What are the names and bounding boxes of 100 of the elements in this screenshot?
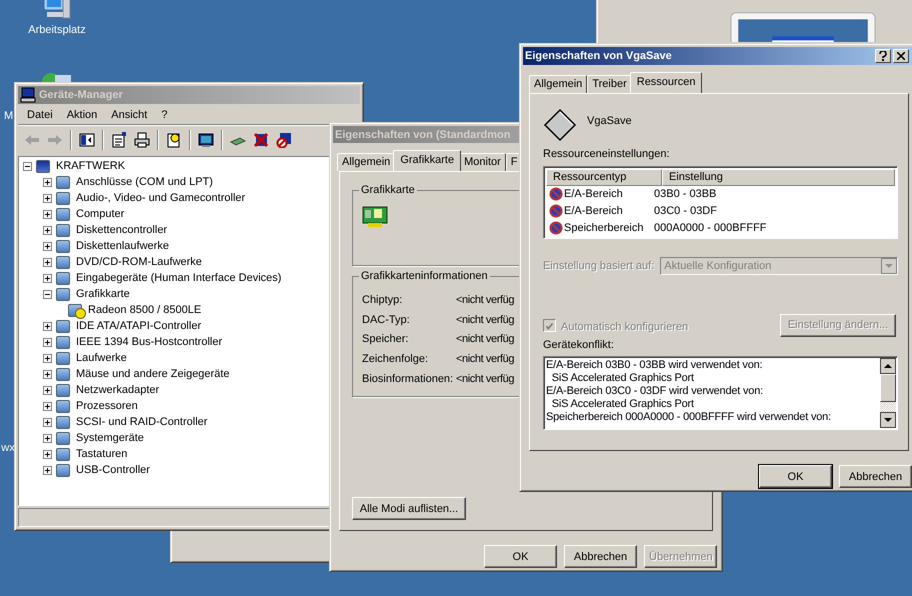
menu-item[interactable]: Ansicht xyxy=(104,109,154,121)
expander-icon[interactable] xyxy=(43,226,52,234)
dialog-button[interactable]: OK xyxy=(759,465,832,488)
icon-label[interactable]: wx xyxy=(1,442,15,454)
expander-icon[interactable] xyxy=(43,386,52,394)
tab[interactable]: Allgemein xyxy=(529,74,588,93)
expander-icon[interactable] xyxy=(43,466,52,474)
conflict-text-box[interactable] xyxy=(543,356,898,430)
table-cell: 03B0 - 03BB xyxy=(654,188,716,200)
question-mark-icon xyxy=(879,50,887,61)
expander-icon[interactable] xyxy=(43,290,52,298)
device-icon xyxy=(56,288,70,300)
device-icon xyxy=(56,400,70,412)
tree-item[interactable]: IEEE 1394 Bus-Hostcontroller xyxy=(75,336,224,348)
tree-item[interactable]: Tastaturen xyxy=(75,448,128,460)
column-header[interactable]: Einstellung xyxy=(662,168,895,186)
icon-label[interactable]: M xyxy=(4,110,14,122)
expander-icon[interactable] xyxy=(43,434,52,442)
device-icon xyxy=(56,368,70,380)
dialog-button[interactable]: Abbrechen xyxy=(839,465,912,488)
tree-item[interactable]: Radeon 8500 / 8500LE xyxy=(87,304,202,316)
help-button[interactable] xyxy=(875,48,891,63)
printer-icon[interactable] xyxy=(134,132,150,148)
dialog-button[interactable]: OK xyxy=(484,545,557,568)
table-cell: 000A0000 - 000BFFFF xyxy=(654,222,767,234)
expander-icon[interactable] xyxy=(43,370,52,378)
window-title: Geräte-Manager xyxy=(39,89,123,101)
tree-item[interactable]: Systemgeräte xyxy=(75,432,145,444)
expander-icon[interactable] xyxy=(43,178,52,186)
menu-item[interactable]: ? xyxy=(154,109,174,121)
expander-icon[interactable] xyxy=(43,274,52,282)
tree-item[interactable]: Eingabegeräte (Human Interface Devices) xyxy=(75,272,282,284)
table-cell-text: E/A-Bereich xyxy=(563,188,624,200)
list-modes-button[interactable]: Alle Modi auflisten... xyxy=(352,497,466,520)
disable-icon[interactable] xyxy=(253,132,269,148)
expander-icon[interactable] xyxy=(43,194,52,202)
dialog-button[interactable]: Abbrechen xyxy=(564,545,637,568)
icon-label[interactable]: Arbeitsplatz xyxy=(28,24,86,36)
scroll-bar[interactable] xyxy=(880,358,896,428)
monitor-scan-icon[interactable] xyxy=(198,132,214,148)
tree-item[interactable]: Grafikkarte xyxy=(75,288,131,300)
tree-item[interactable]: Prozessoren xyxy=(75,400,139,412)
tab[interactable]: Monitor xyxy=(459,153,506,172)
info-value: <nicht verfüg xyxy=(456,353,514,366)
tree-item[interactable]: Diskettencontroller xyxy=(75,224,168,236)
checkbox-label: Automatisch konfigurieren xyxy=(561,321,688,334)
tree-item[interactable]: KRAFTWERK xyxy=(55,160,126,172)
tab[interactable]: Treiber xyxy=(587,74,632,93)
tab[interactable]: Ressourcen xyxy=(630,72,702,93)
tree-item[interactable]: DVD/CD-ROM-Laufwerke xyxy=(75,256,203,268)
device-icon xyxy=(36,160,50,172)
close-icon xyxy=(897,52,905,60)
expander-icon[interactable] xyxy=(43,242,52,250)
tree-item[interactable]: Anschlüsse (COM und LPT) xyxy=(75,176,214,188)
menu-item[interactable]: Datei xyxy=(20,109,60,121)
expander-icon[interactable] xyxy=(43,354,52,362)
tree-item[interactable]: SCSI- und RAID-Controller xyxy=(75,416,208,428)
device-icon xyxy=(56,272,70,284)
column-header[interactable]: Ressourcentyp xyxy=(546,168,662,186)
tree-item[interactable]: Diskettenlaufwerke xyxy=(75,240,170,252)
expander-icon[interactable] xyxy=(43,258,52,266)
device-icon xyxy=(56,176,70,188)
diamond-icon xyxy=(543,108,577,142)
expander-icon[interactable] xyxy=(23,162,32,170)
tree-item[interactable]: Computer xyxy=(75,208,126,220)
no-entry-icon xyxy=(549,204,563,218)
tree-item[interactable]: USB-Controller xyxy=(75,464,151,476)
info-label: Speicher: xyxy=(362,333,410,346)
tree-item[interactable]: Audio-, Video- und Gamecontroller xyxy=(75,192,246,204)
device-icon xyxy=(56,416,70,428)
section-label: Gerätekonflikt: xyxy=(543,338,615,351)
table-cell-text: E/A-Bereich xyxy=(563,205,624,218)
pane-icon[interactable] xyxy=(79,132,95,148)
expander-icon[interactable] xyxy=(43,450,52,458)
tree-item[interactable]: Netzwerkadapter xyxy=(75,384,160,396)
menu-item[interactable]: Aktion xyxy=(60,109,104,121)
device-icon xyxy=(56,208,70,220)
conflict-line: E/A-Bereich 03B0 - 03BB wird verwendet von: xyxy=(546,358,764,372)
properties-icon[interactable] xyxy=(111,132,127,148)
window-title: Eigenschaften von (Standardmon xyxy=(335,128,510,141)
conflict-line: E/A-Bereich 03C0 - 03DF wird verwendet von: xyxy=(546,384,764,398)
expander-icon[interactable] xyxy=(43,322,52,330)
tab[interactable]: Allgemein xyxy=(337,153,396,172)
tree-item[interactable]: IDE ATA/ATAPI-Controller xyxy=(75,320,202,332)
uninstall-icon[interactable] xyxy=(276,132,292,148)
tree-item[interactable]: Laufwerke xyxy=(75,352,128,364)
close-button[interactable] xyxy=(893,48,909,63)
tree-item[interactable]: Mäuse und andere Zeigegeräte xyxy=(75,368,230,380)
device-icon xyxy=(56,352,70,364)
expander-icon[interactable] xyxy=(43,338,52,346)
tab[interactable]: Grafikkarte xyxy=(393,150,462,172)
field-label: Einstellung basiert auf: xyxy=(543,260,654,272)
conflict-line: Speicherbereich 000A0000 - 000BFFFF wird verwendet von: xyxy=(546,410,832,424)
help-icon[interactable] xyxy=(166,132,182,148)
expander-icon[interactable] xyxy=(43,402,52,410)
device-icon xyxy=(56,448,70,460)
title-bar[interactable]: Eigenschaften von VgaSave xyxy=(523,47,912,65)
expander-icon[interactable] xyxy=(43,210,52,218)
expander-icon[interactable] xyxy=(43,418,52,426)
conflict-line: SiS Accelerated Graphics Port xyxy=(550,398,695,411)
